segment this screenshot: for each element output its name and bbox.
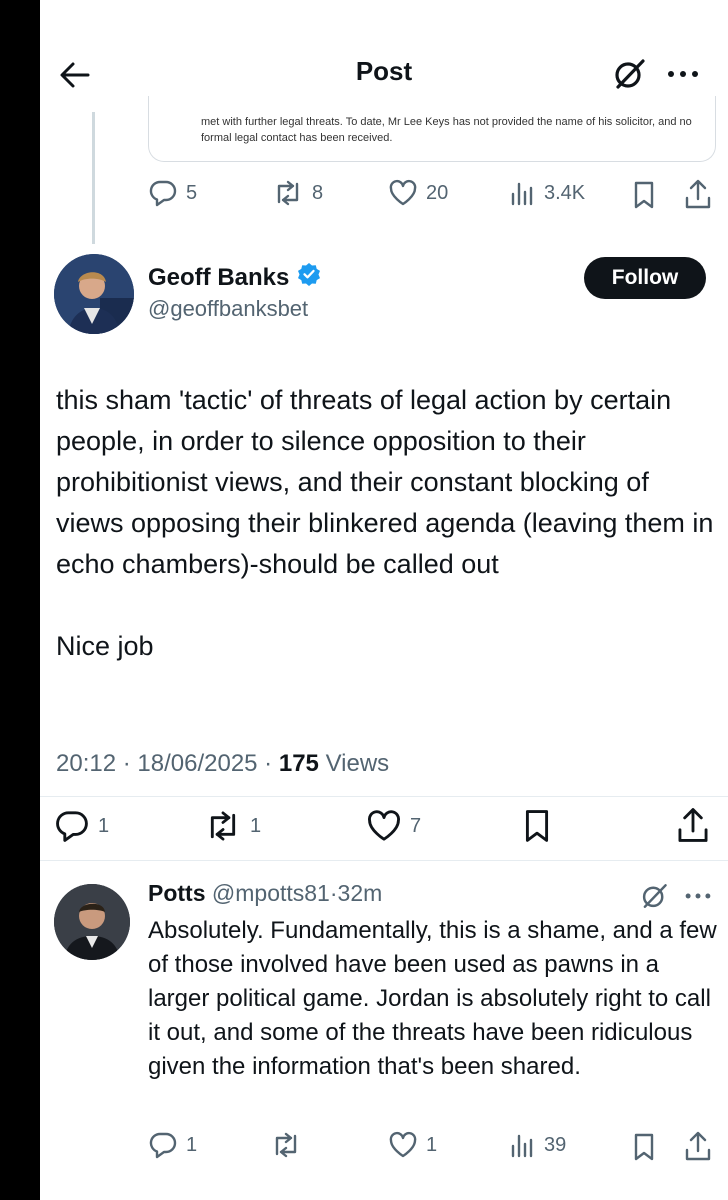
like-button[interactable]: 1 — [388, 1130, 437, 1160]
repost-button[interactable]: 8 — [272, 178, 323, 208]
left-black-bar — [0, 0, 40, 1200]
bookmark-icon[interactable] — [632, 1132, 656, 1167]
post-time[interactable]: 20:12 — [56, 750, 116, 777]
reply-icon — [148, 178, 178, 208]
more-icon[interactable] — [684, 886, 712, 911]
post-text: this sham 'tactic' of threats of legal a… — [56, 380, 716, 667]
reply-author-name[interactable]: Potts — [148, 880, 206, 906]
grok-icon[interactable] — [640, 882, 668, 915]
like-icon — [388, 178, 418, 208]
like-icon — [388, 1130, 418, 1160]
avatar[interactable] — [54, 254, 134, 334]
post-views-count: 175 — [278, 750, 319, 777]
views-icon — [510, 1130, 536, 1160]
post-meta: 20:12 · 18/06/2025 · 175 Views — [56, 750, 390, 777]
like-count: 20 — [426, 181, 449, 204]
author-handle[interactable]: @geoffbanksbet — [148, 296, 308, 322]
more-icon[interactable] — [666, 62, 700, 91]
views-icon — [510, 178, 536, 208]
like-button[interactable]: 20 — [388, 178, 448, 208]
share-icon[interactable] — [684, 178, 712, 215]
post-paragraph: this sham 'tactic' of threats of legal a… — [56, 385, 714, 579]
author-name-row[interactable]: Geoff Banks — [148, 262, 321, 293]
views-count: 39 — [544, 1133, 567, 1156]
divider — [40, 860, 728, 861]
reply-button[interactable]: 1 — [54, 808, 109, 844]
like-count: 7 — [410, 814, 422, 837]
repost-button[interactable]: 1 — [204, 808, 261, 844]
reply-count: 5 — [186, 181, 198, 204]
reply-count: 1 — [98, 814, 110, 837]
reply-age: 32m — [337, 880, 383, 906]
thread-line — [92, 112, 95, 244]
share-icon[interactable] — [676, 806, 710, 849]
grok-icon[interactable] — [612, 57, 646, 96]
repost-count: 1 — [250, 814, 262, 837]
repost-icon — [270, 1130, 302, 1160]
views-button[interactable]: 39 — [510, 1130, 566, 1160]
quoted-post-card[interactable]: met with further legal threats. To date,… — [148, 96, 716, 162]
reply-text: Absolutely. Fundamentally, this is a sha… — [148, 917, 717, 1080]
post-paragraph: Nice job — [56, 631, 154, 661]
bookmark-icon[interactable] — [522, 808, 552, 849]
reply-button[interactable]: 1 — [148, 1130, 197, 1160]
reply-header: Potts @mpotts81·32m — [148, 880, 383, 906]
reply-avatar[interactable] — [54, 884, 130, 960]
repost-icon — [272, 178, 304, 208]
quoted-post-text: met with further legal threats. To date,… — [201, 116, 692, 144]
post-views-label: Views — [325, 750, 390, 777]
follow-button[interactable]: Follow — [584, 257, 706, 299]
like-button[interactable]: 7 — [366, 808, 421, 844]
bookmark-icon[interactable] — [632, 180, 656, 215]
repost-icon — [204, 808, 242, 844]
post-date[interactable]: 18/06/2025 — [137, 750, 257, 777]
share-icon[interactable] — [684, 1130, 712, 1167]
views-count: 3.4K — [544, 181, 586, 204]
repost-button[interactable] — [270, 1130, 302, 1160]
reply-icon — [148, 1130, 178, 1160]
reply-button[interactable]: 5 — [148, 178, 197, 208]
like-count: 1 — [426, 1133, 438, 1156]
verified-badge-icon — [297, 262, 321, 293]
divider — [40, 796, 728, 797]
reply-handle[interactable]: @mpotts81 — [212, 880, 330, 906]
views-button[interactable]: 3.4K — [510, 178, 585, 208]
reply-count: 1 — [186, 1133, 198, 1156]
reply-icon — [54, 808, 90, 844]
like-icon — [366, 808, 402, 844]
repost-count: 8 — [312, 181, 324, 204]
author-name: Geoff Banks — [148, 263, 290, 291]
